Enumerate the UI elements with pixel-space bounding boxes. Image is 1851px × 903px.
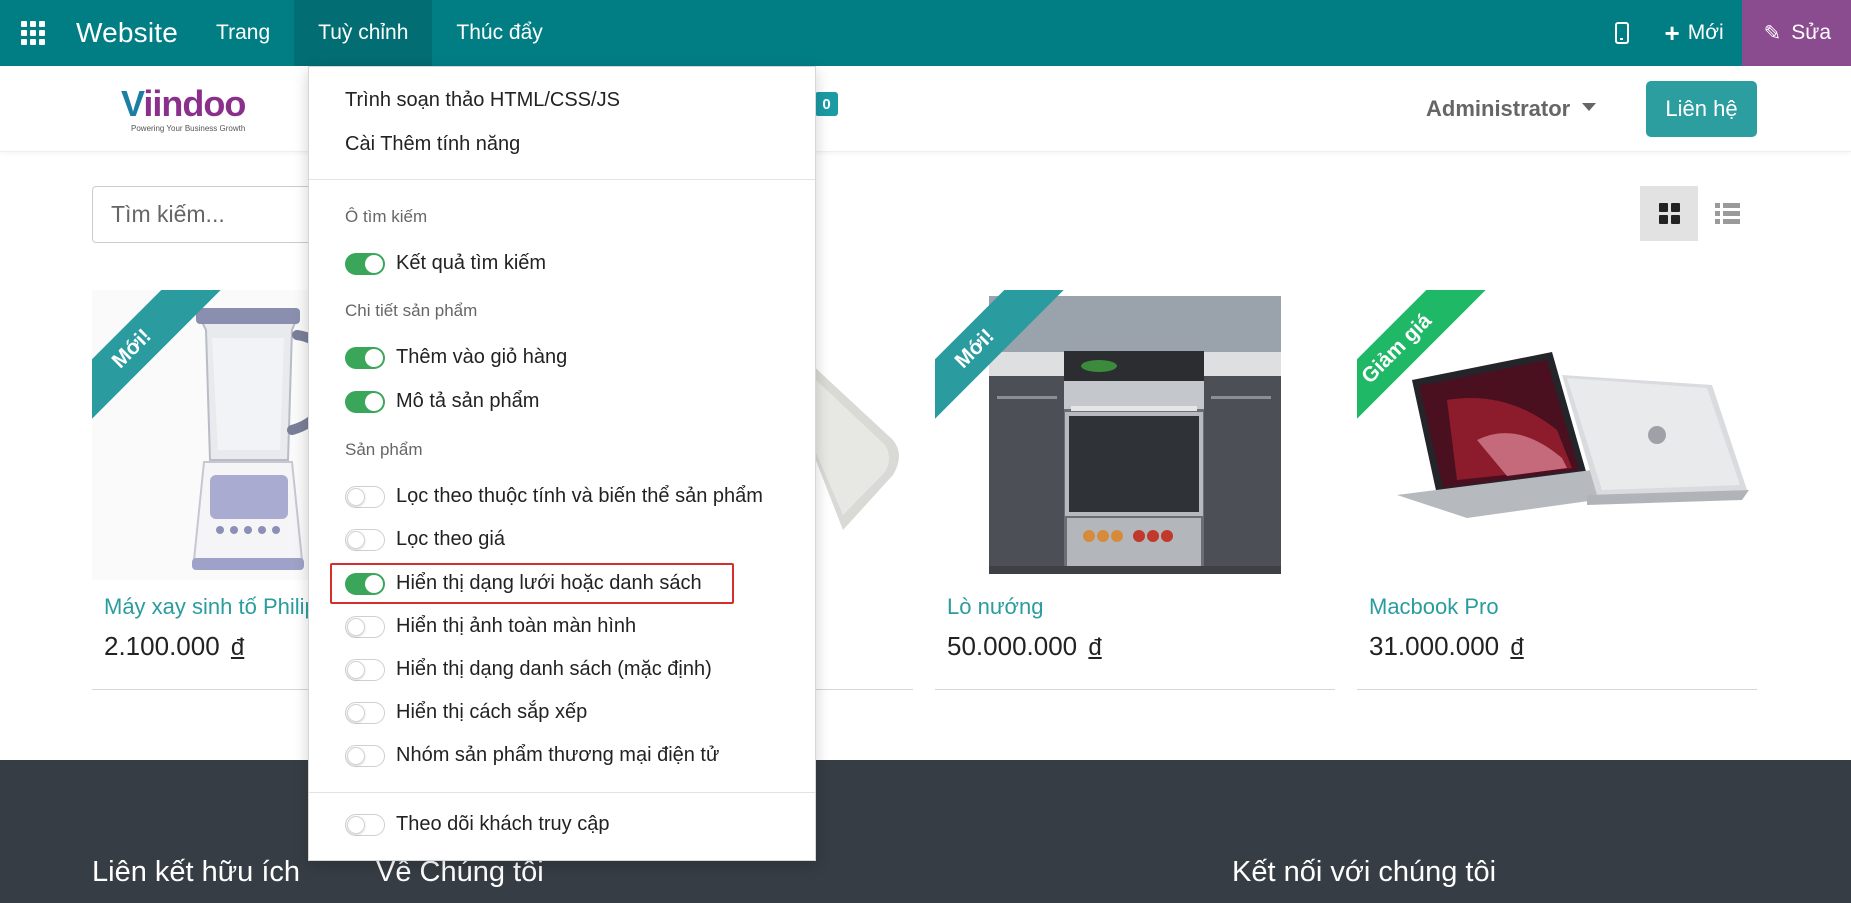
option-fullscreen-images[interactable]: Hiển thị ảnh toàn màn hình <box>345 615 636 638</box>
toggle-switch[interactable] <box>345 572 385 595</box>
toggle-switch[interactable] <box>345 528 385 551</box>
cart-count-badge[interactable]: 0 <box>815 92 838 116</box>
footer-heading-links: Liên kết hữu ích <box>92 856 301 888</box>
product-price: 2.100.000 đ <box>104 631 245 661</box>
toggle-switch[interactable] <box>345 658 385 681</box>
toggle-switch[interactable] <box>345 485 385 508</box>
plus-icon: + <box>1664 18 1680 48</box>
toggle-switch[interactable] <box>345 252 385 275</box>
menu-customize[interactable]: Tuỳ chỉnh <box>294 0 433 66</box>
site-footer: Liên kết hữu ích Về Chúng tôi Kết nối vớ… <box>0 760 1851 903</box>
app-brand[interactable]: Website <box>66 17 192 49</box>
product-card[interactable]: Mới! Lò nướng 50.000.000 đ <box>935 290 1335 690</box>
option-search-results[interactable]: Kết quả tìm kiếm <box>345 252 546 275</box>
section-product-detail: Chi tiết sản phẩm <box>345 301 478 320</box>
user-menu[interactable]: Administrator <box>1426 96 1597 122</box>
option-list-default[interactable]: Hiển thị dạng danh sách (mặc định) <box>345 658 712 681</box>
menu-item-code-editor[interactable]: Trình soạn thảo HTML/CSS/JS <box>345 89 620 112</box>
edit-button-label: Sửa <box>1791 21 1831 44</box>
apps-menu-icon[interactable] <box>0 0 66 66</box>
ribbon-new: Mới! <box>935 290 1068 430</box>
list-view-icon <box>1714 203 1740 224</box>
option-add-to-cart[interactable]: Thêm vào giỏ hàng <box>345 346 567 369</box>
menu-divider <box>309 179 815 180</box>
option-filter-price[interactable]: Lọc theo giá <box>345 528 505 551</box>
list-view-button[interactable] <box>1698 186 1756 241</box>
pencil-icon: ✎ <box>1763 21 1782 45</box>
toggle-switch[interactable] <box>345 615 385 638</box>
ribbon-new: Mới! <box>92 290 225 430</box>
footer-heading-connect: Kết nối với chúng tôi <box>1232 856 1497 888</box>
menu-divider <box>309 792 815 793</box>
option-product-description[interactable]: Mô tả sản phẩm <box>345 390 539 413</box>
option-show-sorting[interactable]: Hiển thị cách sắp xếp <box>345 701 587 724</box>
mobile-phone-icon <box>1614 22 1629 44</box>
option-track-visitors[interactable]: Theo dõi khách truy cập <box>345 813 609 836</box>
section-search-box: Ô tìm kiếm <box>345 207 428 226</box>
top-navbar: Website Trang Tuỳ chỉnh Thúc đẩy + Mới ✎… <box>0 0 1851 66</box>
section-products: Sản phẩm <box>345 440 423 459</box>
toggle-switch[interactable] <box>345 390 385 413</box>
product-price: 50.000.000 đ <box>947 631 1102 661</box>
toggle-switch[interactable] <box>345 744 385 767</box>
edit-button[interactable]: ✎ Sửa <box>1741 0 1851 66</box>
ribbon-sale: Giảm giá <box>1357 290 1490 430</box>
customize-dropdown-menu: Trình soạn thảo HTML/CSS/JS Cài Thêm tín… <box>308 66 816 861</box>
menu-item-install-features[interactable]: Cài Thêm tính năng <box>345 133 520 156</box>
contact-button[interactable]: Liên hệ <box>1646 81 1757 137</box>
product-price: 31.000.000 đ <box>1369 631 1524 661</box>
product-name[interactable]: Lò nướng <box>947 594 1043 620</box>
grid-view-icon <box>1658 203 1680 224</box>
product-name[interactable]: Máy xay sinh tố Philips <box>104 594 328 620</box>
user-name: Administrator <box>1426 96 1571 121</box>
option-grid-or-list[interactable]: Hiển thị dạng lưới hoặc danh sách <box>345 572 702 595</box>
new-button-label: Mới <box>1687 21 1724 44</box>
toggle-switch[interactable] <box>345 813 385 836</box>
product-card[interactable]: Giảm giá Macbook Pro 31.000.000 đ <box>1357 290 1757 690</box>
site-header: Viindoo Powering Your Business Growth 0 … <box>0 66 1851 152</box>
toggle-switch[interactable] <box>345 346 385 369</box>
option-filter-attributes[interactable]: Lọc theo thuộc tính và biến thể sản phẩm <box>345 485 763 508</box>
mobile-preview-button[interactable] <box>1597 0 1647 66</box>
logo-tagline: Powering Your Business Growth <box>131 124 246 133</box>
caret-down-icon <box>1582 103 1597 111</box>
menu-promote[interactable]: Thúc đẩy <box>432 0 566 66</box>
new-button[interactable]: + Mới <box>1647 0 1742 66</box>
product-name[interactable]: Macbook Pro <box>1369 594 1499 620</box>
site-logo[interactable]: Viindoo Powering Your Business Growth <box>121 86 246 134</box>
option-ecommerce-categories[interactable]: Nhóm sản phẩm thương mại điện tử <box>345 744 719 767</box>
grid-view-button[interactable] <box>1640 186 1698 241</box>
toggle-switch[interactable] <box>345 701 385 724</box>
menu-pages[interactable]: Trang <box>192 0 294 66</box>
